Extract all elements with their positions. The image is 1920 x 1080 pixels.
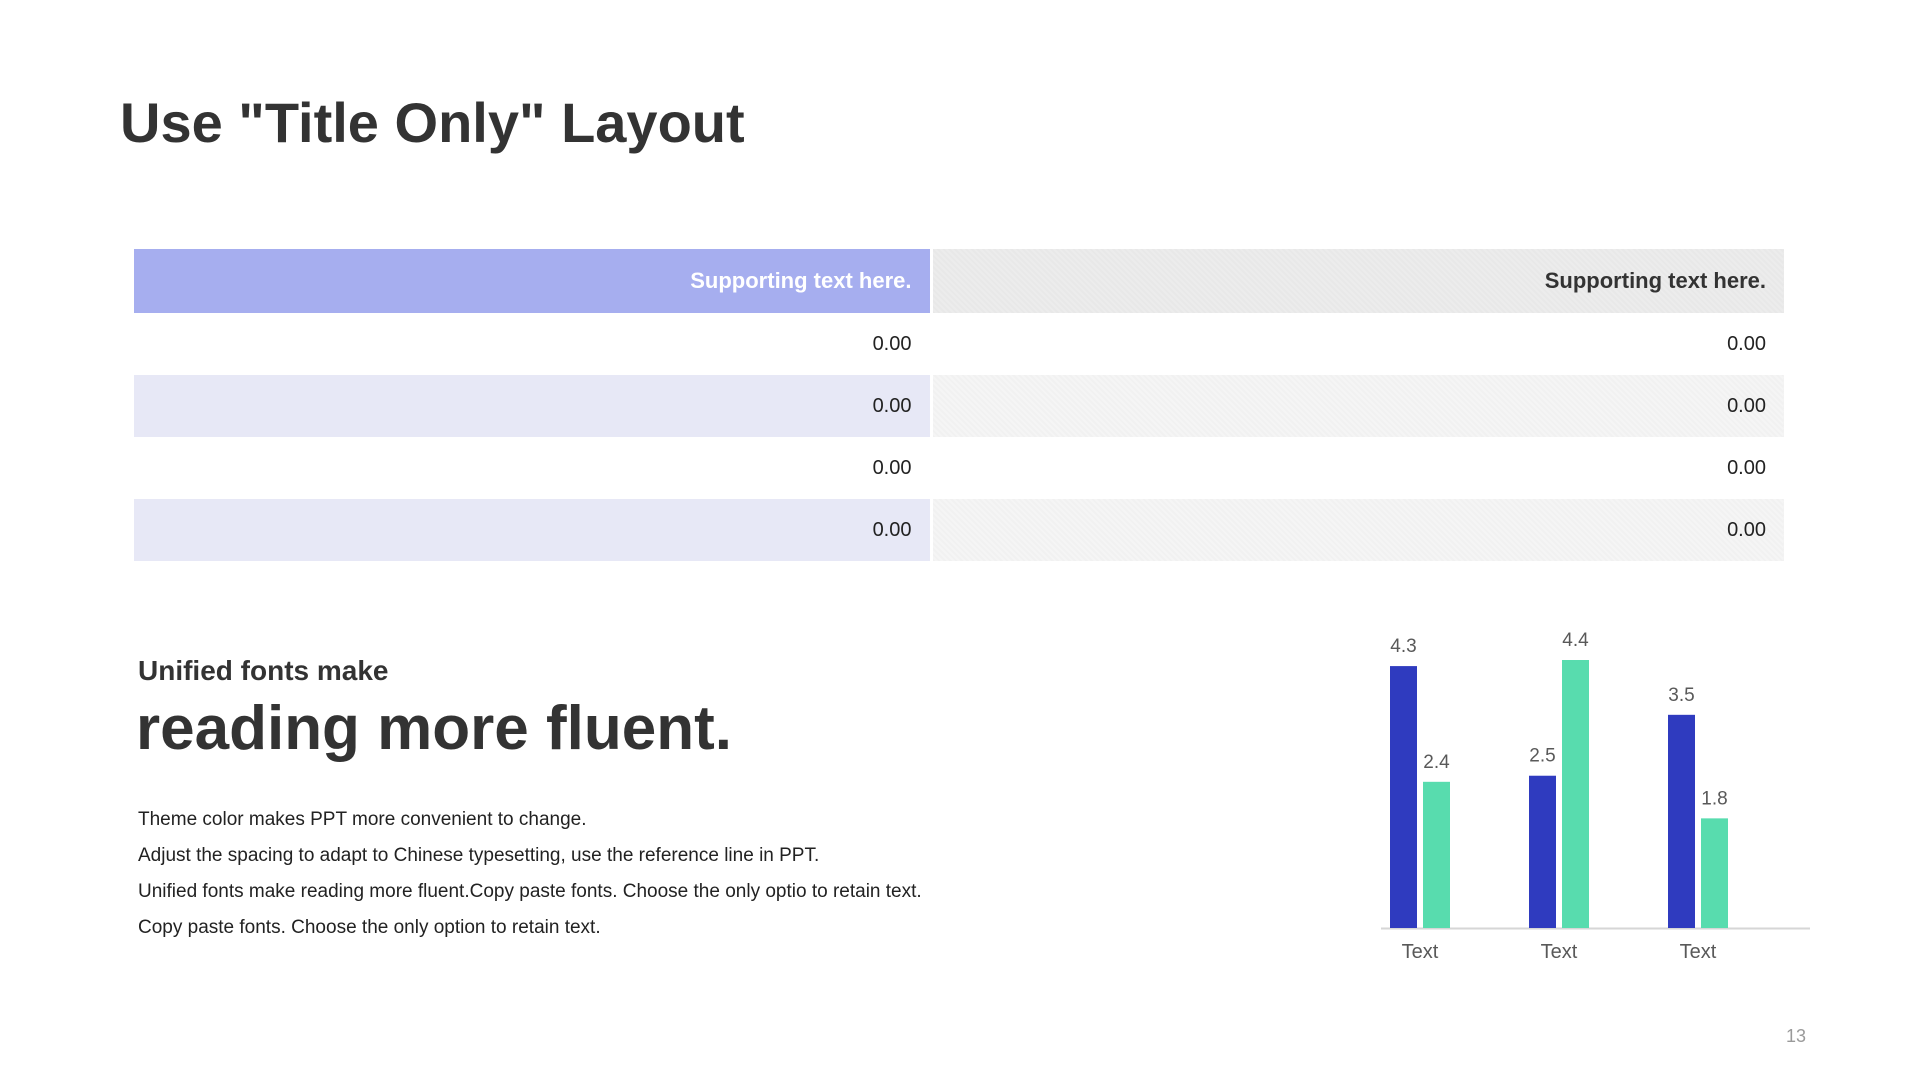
- table-cell: 0.00: [931, 375, 1784, 437]
- table-cell: 0.00: [134, 375, 933, 437]
- slide-title: Use "Title Only" Layout: [120, 91, 745, 154]
- data-label: 4.3: [1390, 636, 1416, 657]
- table-cell: 0.00: [134, 499, 933, 561]
- body-line: Theme color makes PPT more convenient to…: [138, 809, 587, 830]
- table-row: 0.00 0.00: [134, 499, 1784, 561]
- table-header-cell: Supporting text here.: [931, 249, 1784, 313]
- data-label: 4.4: [1562, 630, 1589, 651]
- data-label: 2.5: [1529, 746, 1555, 767]
- x-tick-label: Text: [1680, 941, 1717, 963]
- big-heading: reading more fluent.: [136, 694, 732, 763]
- data-label: 3.5: [1668, 685, 1694, 706]
- slide: Use "Title Only" Layout Supporting text …: [0, 0, 1920, 1080]
- table-cell: 0.00: [134, 437, 933, 499]
- table-header-row: Supporting text here. Supporting text he…: [134, 249, 1784, 313]
- chart-bar: [1562, 660, 1589, 928]
- sub-heading: Unified fonts make: [138, 655, 389, 686]
- chart-bar: [1529, 775, 1556, 928]
- body-line: Copy paste fonts. Choose the only option…: [138, 917, 601, 938]
- table-cell: 0.00: [931, 437, 1784, 499]
- chart-bar: [1668, 714, 1695, 928]
- body-line: Adjust the spacing to adapt to Chinese t…: [138, 845, 820, 866]
- bar-chart: 4.3 2.4 Text 2.5 4.4 Text 3.5 1.8 Text: [1381, 630, 1810, 963]
- body-line: Unified fonts make reading more fluent.C…: [138, 881, 922, 902]
- chart-bar: [1423, 781, 1450, 928]
- chart-bar: [1701, 818, 1728, 928]
- table-row: 0.00 0.00: [134, 313, 1784, 375]
- chart-bar: [1390, 666, 1417, 928]
- table-cell: 0.00: [931, 499, 1784, 561]
- data-label: 2.4: [1423, 752, 1450, 773]
- data-table: Supporting text here. Supporting text he…: [134, 249, 1784, 561]
- x-tick-label: Text: [1402, 941, 1439, 963]
- data-label: 1.8: [1701, 788, 1727, 809]
- table-row: 0.00 0.00: [134, 437, 1784, 499]
- table-cell: 0.00: [931, 313, 1784, 375]
- table-header-cell: Supporting text here.: [134, 249, 933, 313]
- body-text: Theme color makes PPT more convenient to…: [138, 802, 922, 946]
- table-cell: 0.00: [134, 313, 933, 375]
- page-number: 13: [1786, 1026, 1807, 1046]
- table-row: 0.00 0.00: [134, 375, 1784, 437]
- x-tick-label: Text: [1541, 941, 1578, 963]
